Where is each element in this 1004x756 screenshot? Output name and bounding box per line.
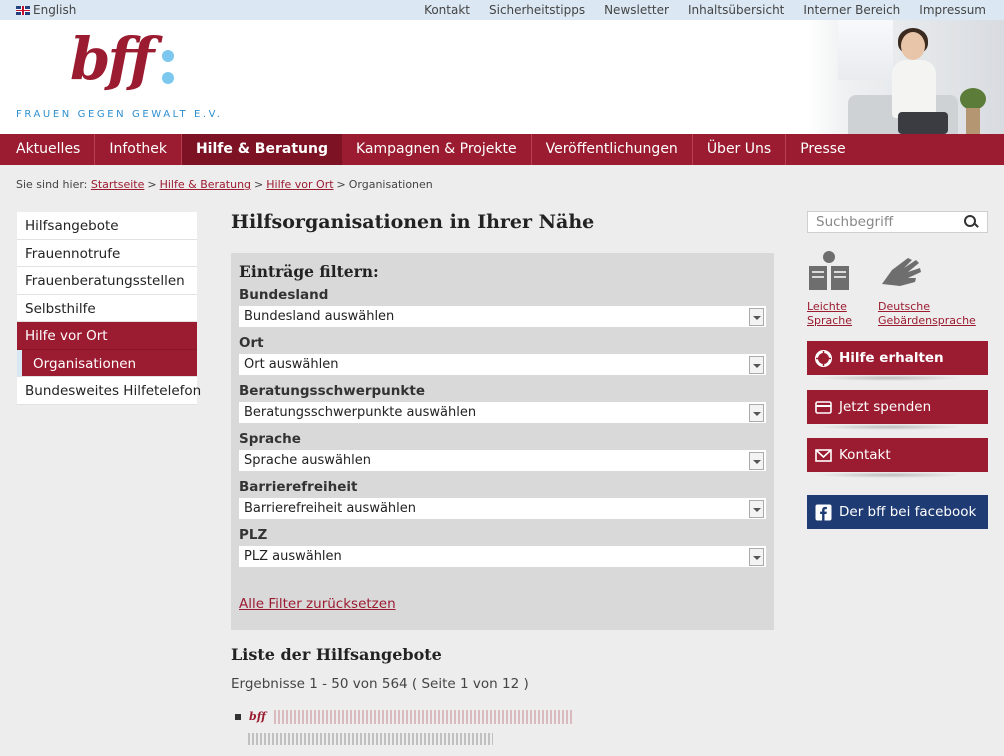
select-bundesland[interactable]: Bundesland auswählen	[239, 306, 766, 327]
chevron-down-icon	[749, 548, 764, 566]
main-navigation: Aktuelles Infothek Hilfe & Beratung Kamp…	[0, 134, 1004, 165]
nav-ueber-uns[interactable]: Über Uns	[693, 134, 787, 165]
bullet-icon	[235, 714, 241, 720]
facebook-label: Der bff bei facebook	[839, 504, 977, 520]
contact-button[interactable]: Kontakt	[807, 438, 988, 478]
entry-title-blurred	[273, 710, 574, 724]
header-photo	[808, 20, 1004, 134]
donate-label: Jetzt spenden	[839, 399, 932, 415]
nav-veroeffentlichungen[interactable]: Veröffentlichungen	[532, 134, 693, 165]
search-input[interactable]: Suchbegriff	[807, 211, 988, 233]
sidebar-item-organisationen[interactable]: Organisationen	[17, 349, 197, 377]
nav-aktuelles[interactable]: Aktuelles	[2, 134, 96, 165]
sidebar-item-hilfe-vor-ort[interactable]: Hilfe vor Ort	[17, 322, 197, 350]
sidebar-item-frauennotrufe[interactable]: Frauennotrufe	[17, 239, 197, 267]
select-barrierefreiheit-value: Barrierefreiheit auswählen	[244, 501, 417, 516]
filter-label-beratungsschwerpunkte: Beratungsschwerpunkte	[239, 383, 425, 399]
nav-infothek[interactable]: Infothek	[95, 134, 182, 165]
list-title: Liste der Hilfsangebote	[231, 645, 442, 664]
select-beratungsschwerpunkte[interactable]: Beratungsschwerpunkte auswählen	[239, 402, 766, 423]
chevron-down-icon	[749, 500, 764, 518]
select-sprache[interactable]: Sprache auswählen	[239, 450, 766, 471]
lifebuoy-icon	[815, 349, 832, 367]
search-placeholder: Suchbegriff	[816, 214, 894, 230]
select-plz-value: PLZ auswählen	[244, 549, 342, 564]
nav-presse[interactable]: Presse	[786, 134, 859, 165]
easy-language-link[interactable]: Leichte Sprache	[807, 250, 853, 328]
select-beratungsschwerpunkte-value: Beratungsschwerpunkte auswählen	[244, 405, 477, 420]
breadcrumb-hilfe-beratung[interactable]: Hilfe & Beratung	[160, 178, 251, 191]
filter-heading: Einträge filtern:	[239, 262, 379, 281]
filter-label-bundesland: Bundesland	[239, 287, 329, 303]
chevron-down-icon	[749, 308, 764, 326]
filter-label-barrierefreiheit: Barrierefreiheit	[239, 479, 358, 495]
chevron-down-icon	[749, 404, 764, 422]
select-plz[interactable]: PLZ auswählen	[239, 546, 766, 567]
entry-subtitle-blurred	[248, 733, 493, 745]
logo-text: bff	[70, 25, 154, 93]
facebook-icon	[815, 504, 832, 520]
easy-language-line2: Sprache	[807, 314, 853, 327]
utility-link-sicherheitstipps[interactable]: Sicherheitstipps	[489, 3, 585, 17]
filter-label-ort: Ort	[239, 335, 264, 351]
sidebar-item-selbsthilfe[interactable]: Selbsthilfe	[17, 294, 197, 322]
uk-flag-icon	[16, 5, 30, 15]
sign-language-line1: Deutsche	[878, 300, 931, 313]
utility-link-newsletter[interactable]: Newsletter	[604, 3, 669, 17]
language-link[interactable]: English	[16, 3, 76, 17]
utility-link-impressum[interactable]: Impressum	[919, 3, 986, 17]
utility-bar: English Kontakt Sicherheitstipps Newslet…	[0, 0, 1004, 20]
facebook-button[interactable]: Der bff bei facebook	[807, 495, 988, 529]
get-help-label: Hilfe erhalten	[839, 350, 944, 366]
breadcrumb-startseite[interactable]: Startseite	[91, 178, 145, 191]
sign-language-line2: Gebärdensprache	[878, 314, 976, 327]
chevron-down-icon	[749, 452, 764, 470]
credit-card-icon	[815, 400, 832, 414]
breadcrumb-prefix: Sie sind hier:	[16, 178, 88, 191]
select-barrierefreiheit[interactable]: Barrierefreiheit auswählen	[239, 498, 766, 519]
envelope-icon	[815, 448, 832, 462]
easy-language-icon	[809, 251, 849, 290]
utility-link-interner-bereich[interactable]: Interner Bereich	[803, 3, 900, 17]
select-sprache-value: Sprache auswählen	[244, 453, 371, 468]
filter-panel: Einträge filtern: Bundesland Bundesland …	[231, 253, 774, 630]
easy-language-line1: Leichte	[807, 300, 847, 313]
reset-filters-link[interactable]: Alle Filter zurücksetzen	[239, 596, 396, 612]
language-label: English	[33, 3, 77, 17]
select-bundesland-value: Bundesland auswählen	[244, 309, 395, 324]
filter-label-plz: PLZ	[239, 527, 268, 543]
select-ort-value: Ort auswählen	[244, 357, 339, 372]
logo-dots	[162, 50, 176, 94]
section-navigation: Hilfsangebote Frauennotrufe Frauenberatu…	[17, 212, 201, 405]
sign-language-link[interactable]: Deutsche Gebärdensprache	[878, 250, 976, 328]
breadcrumb: Sie sind hier: Startseite > Hilfe & Beratu…	[16, 178, 433, 191]
select-ort[interactable]: Ort auswählen	[239, 354, 766, 375]
contact-label: Kontakt	[839, 447, 891, 463]
nav-hilfe-beratung[interactable]: Hilfe & Beratung	[181, 134, 342, 165]
search-icon[interactable]	[964, 215, 977, 228]
utility-link-kontakt[interactable]: Kontakt	[424, 3, 470, 17]
breadcrumb-hilfe-vor-ort[interactable]: Hilfe vor Ort	[266, 178, 333, 191]
donate-button[interactable]: Jetzt spenden	[807, 390, 988, 430]
sidebar-item-frauenberatungsstellen[interactable]: Frauenberatungsstellen	[17, 267, 197, 295]
sign-language-icon	[882, 258, 921, 286]
sidebar-item-bundesweites-hilfetelefon[interactable]: Bundesweites Hilfetelefon	[17, 377, 201, 405]
site-header: bff FRAUEN GEGEN GEWALT E.V.	[0, 20, 1004, 134]
entry-logo: bff	[249, 710, 266, 723]
sidebar-item-hilfsangebote[interactable]: Hilfsangebote	[17, 212, 197, 240]
utility-link-inhaltsuebersicht[interactable]: Inhaltsübersicht	[688, 3, 784, 17]
breadcrumb-current: Organisationen	[348, 178, 433, 191]
get-help-button[interactable]: Hilfe erhalten	[807, 341, 988, 381]
main-content: Hilfsorganisationen in Ihrer Nähe Einträ…	[231, 205, 774, 724]
results-count: Ergebnisse 1 - 50 von 564 ( Seite 1 von …	[231, 676, 529, 692]
chevron-down-icon	[749, 356, 764, 374]
list-item[interactable]: bff	[231, 710, 774, 724]
nav-kampagnen-projekte[interactable]: Kampagnen & Projekte	[342, 134, 532, 165]
filter-label-sprache: Sprache	[239, 431, 301, 447]
utility-links: Kontakt Sicherheitstipps Newsletter Inha…	[424, 3, 986, 17]
logo-tagline: FRAUEN GEGEN GEWALT E.V.	[16, 109, 223, 120]
page-title: Hilfsorganisationen in Ihrer Nähe	[231, 211, 595, 233]
